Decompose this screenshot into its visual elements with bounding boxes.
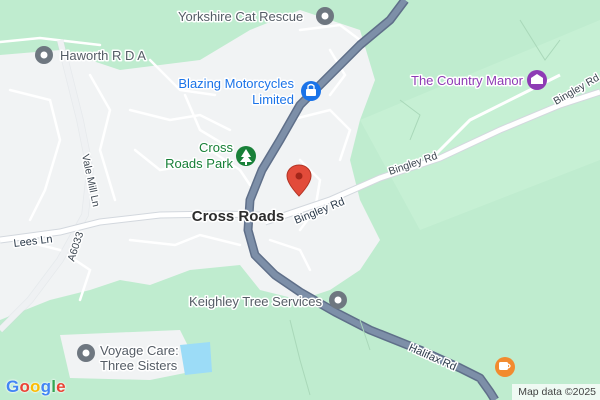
google-logo-g2: g (40, 377, 52, 396)
google-logo[interactable]: Google (6, 377, 66, 397)
poi-label: The Country Manor (411, 73, 524, 88)
poi-label: Keighley Tree Services (189, 294, 322, 309)
map-canvas[interactable]: Yorkshire Cat Rescue Haworth R D A Blazi… (0, 0, 600, 400)
poi-label-line2: Three Sisters (100, 358, 178, 373)
map-attribution[interactable]: Map data ©2025 (512, 384, 600, 400)
google-logo-e: e (56, 377, 66, 396)
poi-label-line2: Roads Park (165, 156, 233, 171)
google-logo-g1: G (6, 377, 20, 396)
google-logo-o1: o (19, 377, 31, 396)
place-label-cross-roads: Cross Roads (192, 208, 285, 225)
poi-label-line2: Limited (252, 92, 294, 107)
poi-label-line1: Voyage Care: (100, 343, 179, 358)
poi-label-line1: Blazing Motorcycles (178, 76, 294, 91)
poi-cafe[interactable] (495, 357, 515, 377)
google-logo-o2: o (30, 377, 41, 396)
reservoir (180, 342, 212, 375)
poi-label: Yorkshire Cat Rescue (178, 9, 303, 24)
poi-label: Haworth R D A (60, 48, 146, 63)
poi-label-line1: Cross (199, 140, 233, 155)
